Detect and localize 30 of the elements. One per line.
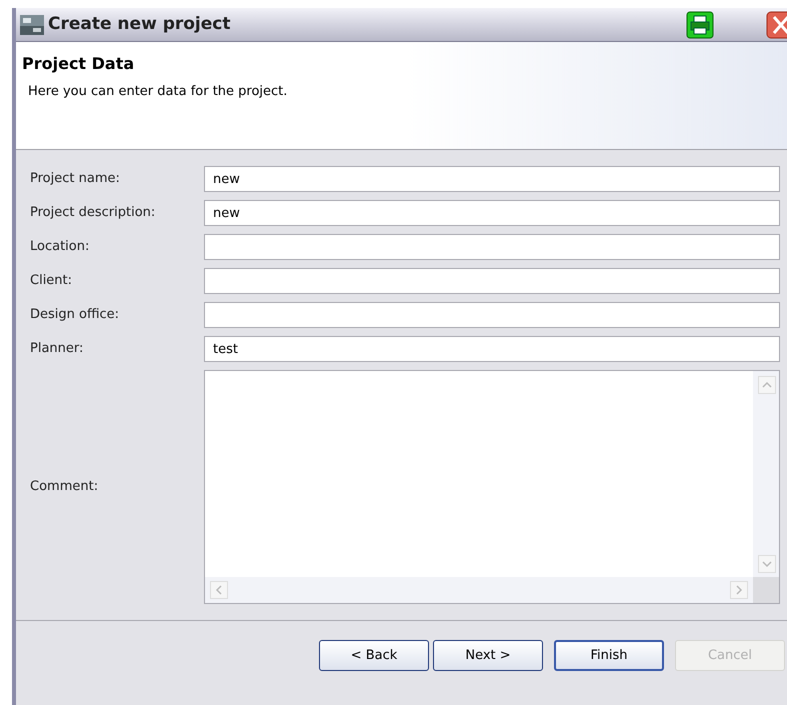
input-field[interactable] <box>204 268 780 294</box>
input-field[interactable]: new <box>204 166 780 192</box>
dialog-button[interactable]: < Back <box>319 640 429 671</box>
field-label: Comment: <box>30 478 100 496</box>
page-description: Here you can enter data for the project. <box>28 83 288 101</box>
scroll-left-icon[interactable] <box>210 581 228 599</box>
scroll-right-icon[interactable] <box>730 581 748 599</box>
horizontal-scrollbar[interactable] <box>205 577 753 603</box>
field-label: Client: <box>30 272 74 290</box>
field-label: Location: <box>30 238 90 256</box>
comment-text-area[interactable] <box>204 370 780 604</box>
input-field[interactable]: test <box>204 336 780 362</box>
input-field[interactable] <box>204 234 780 260</box>
window-title: Create new project <box>48 12 230 36</box>
scroll-down-icon[interactable] <box>758 555 776 573</box>
scroll-up-icon[interactable] <box>758 376 776 394</box>
field-label: Planner: <box>30 340 84 358</box>
printer-icon[interactable] <box>686 10 714 38</box>
dialog-button[interactable]: Finish <box>554 640 664 671</box>
vertical-scrollbar[interactable] <box>753 371 779 577</box>
app-icon <box>20 14 44 34</box>
field-label: Design office: <box>30 306 120 324</box>
scrollbar-corner <box>753 577 779 603</box>
input-field[interactable] <box>204 302 780 328</box>
field-label: Project name: <box>30 170 121 188</box>
page-title: Project Data <box>22 53 136 75</box>
field-label: Project description: <box>30 204 156 222</box>
dialog-button[interactable]: Next > <box>433 640 543 671</box>
input-field[interactable]: new <box>204 200 780 226</box>
close-icon[interactable] <box>766 10 787 38</box>
